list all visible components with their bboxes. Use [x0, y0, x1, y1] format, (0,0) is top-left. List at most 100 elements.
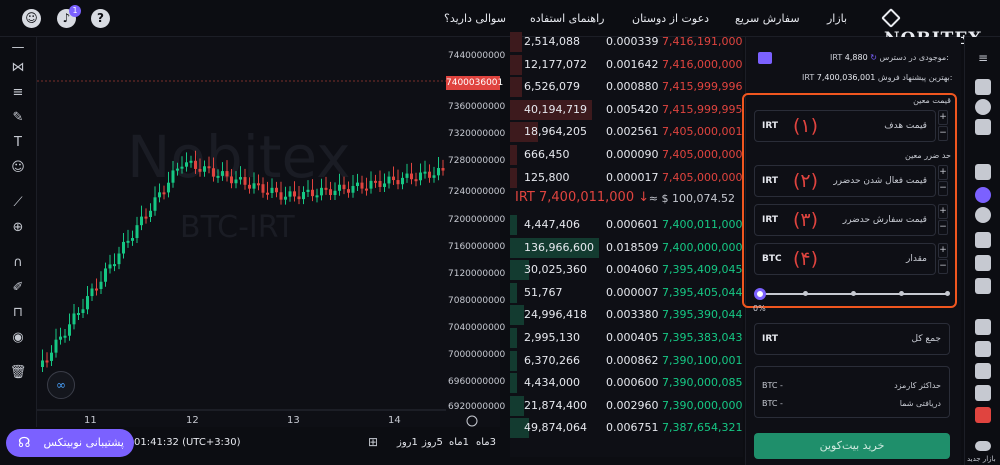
notification-badge: 1	[69, 5, 81, 17]
percent-slider[interactable]	[754, 288, 950, 300]
shield-icon[interactable]	[975, 341, 991, 357]
emoji-tool-icon[interactable]: ☺	[9, 159, 27, 177]
ask-row[interactable]: 666,450 0.000090 7,405,000,000	[510, 144, 743, 166]
amount-field[interactable]: BTC (۴) مقدار	[754, 243, 936, 275]
candle	[410, 173, 413, 180]
target-price-field[interactable]: IRT (۱) قیمت هدف	[754, 110, 936, 142]
user-icon[interactable]: ☺	[22, 9, 41, 28]
nav-help[interactable]: سوالی دارید؟	[444, 12, 506, 25]
decrement-button[interactable]: −	[938, 220, 948, 235]
headset-icon: ☊	[18, 435, 31, 451]
current-price-label: 7400036001	[446, 76, 504, 90]
bid-row[interactable]: 6,370,266 0.000862 7,390,100,001	[510, 350, 743, 372]
tf-1d[interactable]: 1روز	[397, 437, 418, 448]
slider-dot[interactable]	[945, 291, 950, 296]
logout-icon[interactable]	[975, 407, 991, 423]
refresh-icon[interactable]: ↻	[870, 53, 877, 62]
order-amount: 0.005420	[606, 102, 659, 116]
increment-button[interactable]: +	[938, 243, 948, 258]
tf-1m[interactable]: 1ماه	[449, 437, 469, 448]
depth-bar	[510, 77, 522, 98]
price-chart[interactable]: Nobitex BTC-IRT 11 12 13 14 ∞	[37, 37, 500, 427]
bid-row[interactable]: 51,767 0.000007 7,395,405,044	[510, 282, 743, 304]
increment-button[interactable]: +	[938, 165, 948, 180]
nav-guide[interactable]: راهنمای استفاده	[530, 12, 604, 25]
trash-icon[interactable]: 🗑	[9, 364, 27, 382]
bid-row[interactable]: 2,995,130 0.000405 7,395,383,043	[510, 327, 743, 349]
bid-row[interactable]: 30,025,360 0.004060 7,395,409,045	[510, 259, 743, 281]
ask-row[interactable]: 6,526,079 0.000880 7,415,999,996	[510, 76, 743, 98]
ask-row[interactable]: 40,194,719 0.005420 7,415,999,995	[510, 99, 743, 121]
ask-row[interactable]: 18,964,205 0.002561 7,405,000,001	[510, 121, 743, 143]
dashboard-icon[interactable]	[975, 99, 991, 115]
wallet-icon[interactable]	[758, 52, 772, 64]
ask-row[interactable]: 12,177,072 0.001642 7,416,000,000	[510, 54, 743, 76]
bid-row[interactable]: 24,996,418 0.003380 7,395,390,044	[510, 304, 743, 326]
logo-icon	[881, 8, 901, 28]
ruler-icon[interactable]: ⟋	[9, 194, 27, 212]
slider-dot[interactable]	[803, 291, 808, 296]
swap-icon[interactable]	[975, 187, 991, 203]
nav-invite[interactable]: دعوت از دوستان	[632, 12, 709, 25]
best-offer-value[interactable]: 7,400,036,001	[817, 73, 876, 82]
mail-icon[interactable]	[975, 363, 991, 379]
menu-icon[interactable]: ≡	[975, 50, 991, 66]
candle	[324, 187, 328, 190]
eye-icon[interactable]: ◉	[9, 329, 27, 347]
decrement-button[interactable]: −	[938, 259, 948, 274]
document-icon[interactable]	[975, 385, 991, 401]
order-price: 7,405,000,000	[662, 148, 743, 161]
new-market-icon[interactable]	[975, 441, 991, 451]
bid-row[interactable]: 4,447,406 0.000601 7,400,011,000	[510, 214, 743, 236]
bid-row[interactable]: 49,874,064 0.006751 7,387,654,321	[510, 417, 743, 439]
ask-row[interactable]: 2,514,088 0.000339 7,416,191,000	[510, 31, 743, 53]
gift-icon[interactable]	[975, 232, 991, 248]
candle	[374, 180, 377, 183]
tf-5d[interactable]: 5روز	[422, 437, 443, 448]
zoom-icon[interactable]: ⊕	[9, 219, 27, 237]
nav-market[interactable]: بازار	[827, 12, 847, 25]
tf-3m[interactable]: 3ماه	[476, 437, 496, 448]
slider-dot[interactable]	[899, 291, 904, 296]
increment-button[interactable]: +	[938, 204, 948, 219]
stop-trigger-field[interactable]: IRT (۲) قیمت فعال شدن حدضرر	[754, 165, 936, 197]
increment-button[interactable]: +	[938, 110, 948, 125]
profile-icon[interactable]	[975, 319, 991, 335]
nav-quick-order[interactable]: سفارش سریع	[735, 12, 800, 25]
section-price: قیمت معین	[913, 96, 951, 105]
decrement-button[interactable]: −	[938, 126, 948, 141]
decrement-button[interactable]: −	[938, 181, 948, 196]
chart-logo-icon[interactable]: ∞	[47, 371, 75, 399]
download-icon[interactable]	[975, 207, 991, 223]
lock-drawing-icon[interactable]: ✐	[9, 279, 27, 297]
magnet-icon[interactable]: ∩	[9, 254, 27, 272]
brush-tool-icon[interactable]: ✎	[9, 109, 27, 127]
buy-button[interactable]: خرید بیت‌کوین	[754, 433, 950, 459]
bid-row[interactable]: 4,434,000 0.000600 7,390,000,085	[510, 372, 743, 394]
layout-icon[interactable]	[975, 119, 991, 135]
candle	[230, 176, 233, 184]
help-icon[interactable]: ?	[91, 9, 110, 28]
crosshair-icon[interactable]: —	[9, 39, 27, 57]
crown-icon[interactable]	[975, 255, 991, 271]
slider-dot[interactable]	[851, 291, 856, 296]
stop-order-field[interactable]: IRT (۳) قیمت سفارش حدضرر	[754, 204, 936, 236]
stats-icon[interactable]	[975, 164, 991, 180]
bid-row[interactable]: 136,966,600 0.018509 7,400,000,000	[510, 237, 743, 259]
chart-settings-icon[interactable]	[466, 415, 478, 427]
slider-handle[interactable]	[754, 288, 766, 300]
pattern-tool-icon[interactable]: ⋈	[9, 59, 27, 77]
calendar-icon[interactable]: ⊞	[368, 435, 378, 449]
best-offer-unit: IRT	[802, 73, 815, 82]
total-field[interactable]: IRT جمع کل	[754, 323, 950, 355]
lock-icon[interactable]: ⊓	[9, 304, 27, 322]
fib-tool-icon[interactable]: ≡	[9, 84, 27, 102]
balance-value: 4,880	[844, 53, 868, 62]
wallet-nav-icon[interactable]	[975, 79, 991, 95]
support-button[interactable]: پشتیبانی نوبیتکس ☊	[6, 429, 134, 457]
bid-row[interactable]: 21,874,400 0.002960 7,390,000,000	[510, 395, 743, 417]
fee-summary: BTC - حداکثر کارمزد BTC - دریافتی شما	[754, 366, 950, 418]
depth-bar	[510, 328, 517, 348]
grid-icon[interactable]	[975, 278, 991, 294]
text-tool-icon[interactable]: T	[9, 134, 27, 152]
